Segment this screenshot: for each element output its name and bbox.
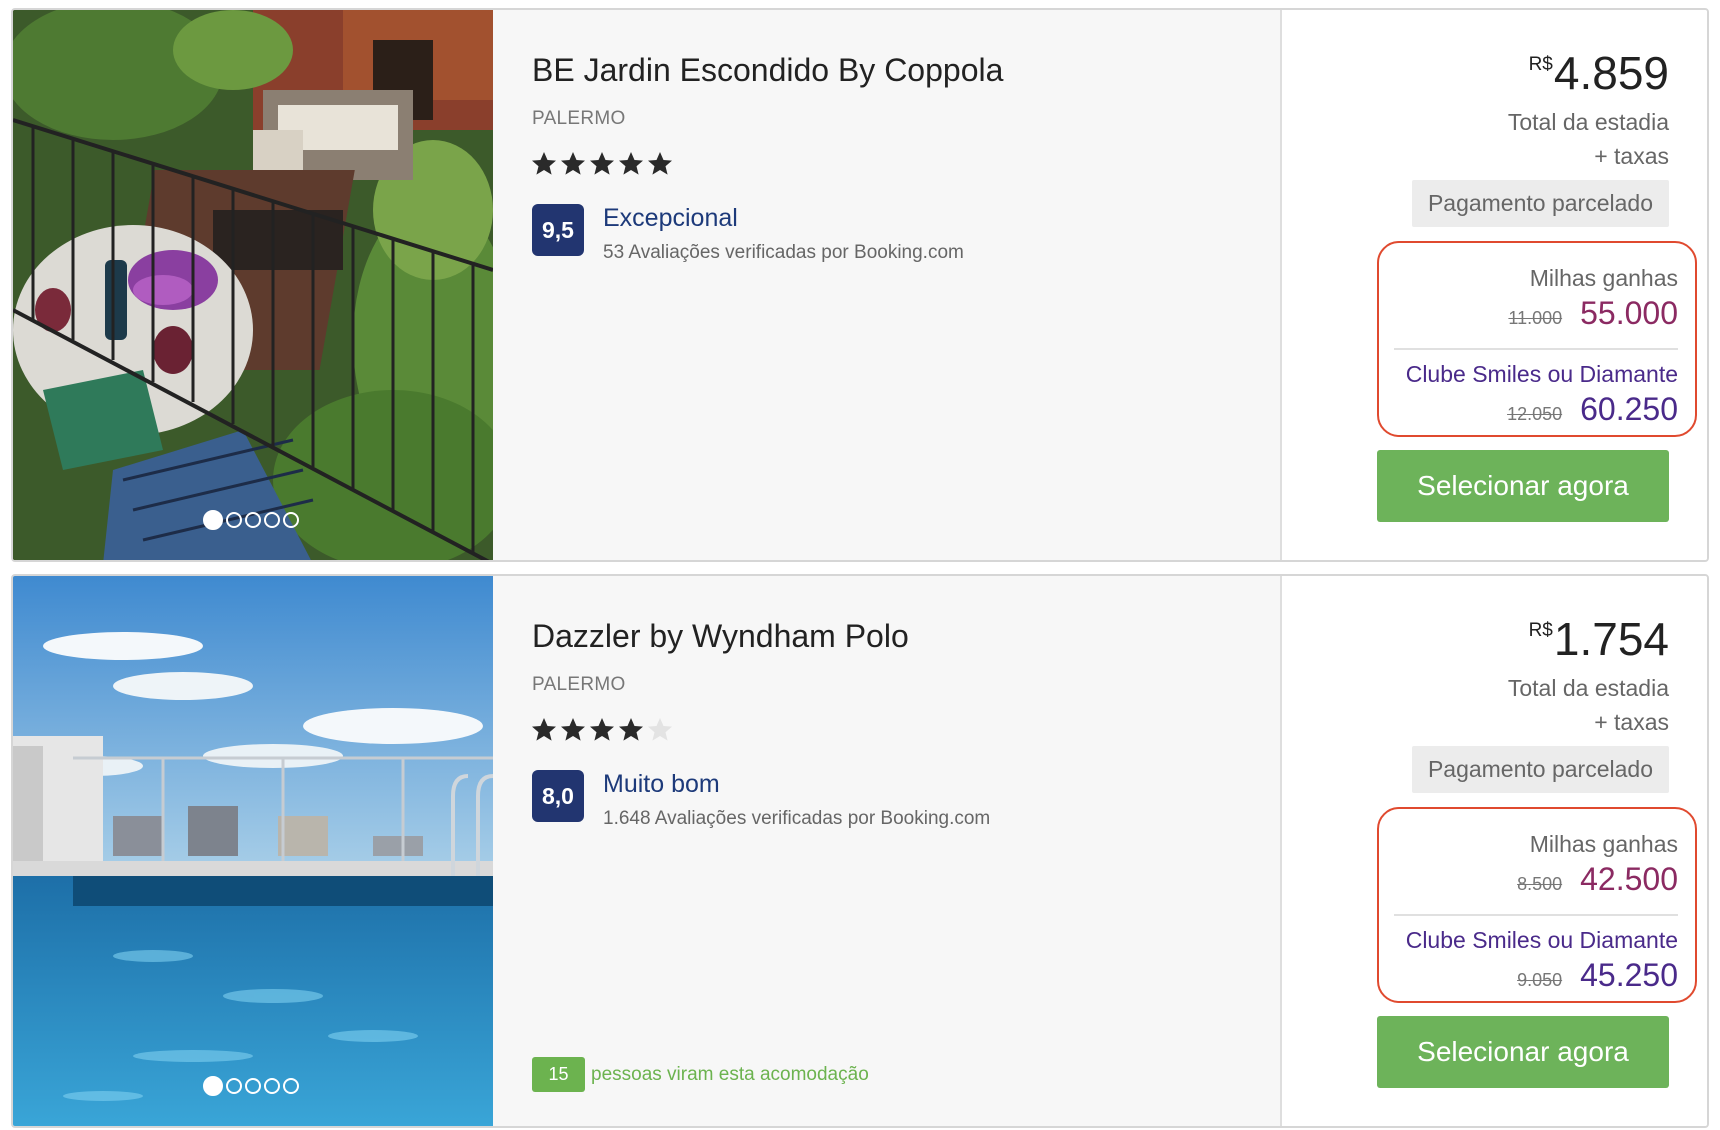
score-badge: 8,0 (532, 770, 584, 822)
viewers-count-badge: 15 (532, 1057, 585, 1092)
club-smiles-label: Clube Smiles ou Diamante (1405, 361, 1678, 387)
club-new-value: 45.250 (1580, 957, 1678, 993)
miles-earned-values: 11.000 55.000 (1508, 295, 1678, 332)
miles-earned-label: Milhas ganhas (1529, 831, 1678, 857)
price-value: 4.859 (1553, 47, 1669, 99)
miles-box: Milhas ganhas 11.000 55.000 Clube Smiles… (1377, 241, 1697, 437)
hotel-info: BE Jardin Escondido By Coppola PALERMO 9… (493, 10, 1280, 560)
star-empty-icon (648, 718, 672, 741)
slide-dot[interactable] (203, 1076, 223, 1096)
club-old-value: 9.050 (1517, 970, 1563, 990)
slideshow-dots[interactable] (203, 510, 299, 530)
review-count: 1.648 Avaliações verificadas por Booking… (603, 808, 991, 829)
club-miles-values: 9.050 45.250 (1517, 957, 1678, 994)
slide-dot[interactable] (245, 512, 261, 528)
slide-dot[interactable] (203, 510, 223, 530)
hotel-info: Dazzler by Wyndham Polo PALERMO 8,0 Muit… (493, 576, 1280, 1126)
viewers-text: pessoas viram esta acomodação (591, 1063, 869, 1085)
slide-dot[interactable] (264, 512, 280, 528)
price-panel: R$1.754 Total da estadia + taxas Pagamen… (1280, 576, 1707, 1126)
star-filled-icon (532, 718, 556, 741)
review-count: 53 Avaliações verificadas por Booking.co… (603, 242, 964, 263)
slide-dot[interactable] (226, 1078, 242, 1094)
miles-old-value: 8.500 (1517, 874, 1563, 894)
hotel-card[interactable]: Dazzler by Wyndham Polo PALERMO 8,0 Muit… (11, 574, 1709, 1128)
taxes-label: + taxas (1594, 143, 1669, 169)
star-rating (530, 716, 674, 744)
star-filled-icon (561, 718, 585, 741)
star-filled-icon (532, 152, 556, 175)
slide-dot[interactable] (283, 1078, 299, 1094)
taxes-label: + taxas (1594, 709, 1669, 735)
hotel-photo[interactable] (13, 10, 493, 560)
total-stay-label: Total da estadia (1507, 109, 1669, 135)
hotel-district: PALERMO (532, 108, 626, 129)
star-filled-icon (561, 152, 585, 175)
garden-terrace-photo (13, 10, 493, 560)
miles-earned-label: Milhas ganhas (1529, 265, 1678, 291)
select-now-button[interactable]: Selecionar agora (1377, 1016, 1669, 1088)
star-filled-icon (590, 152, 614, 175)
star-filled-icon (619, 718, 643, 741)
hotel-name[interactable]: BE Jardin Escondido By Coppola (532, 52, 1003, 89)
score-label: Muito bom (603, 770, 720, 798)
currency-symbol: R$ (1528, 54, 1553, 75)
hotel-card[interactable]: BE Jardin Escondido By Coppola PALERMO 9… (11, 8, 1709, 562)
total-price: R$4.859 (1529, 46, 1669, 100)
installment-badge: Pagamento parcelado (1411, 180, 1669, 227)
miles-new-value: 55.000 (1580, 295, 1678, 331)
divider (1394, 348, 1678, 350)
miles-new-value: 42.500 (1580, 861, 1678, 897)
slide-dot[interactable] (264, 1078, 280, 1094)
slide-dot[interactable] (226, 512, 242, 528)
star-filled-icon (619, 152, 643, 175)
slide-dot[interactable] (283, 512, 299, 528)
select-now-button[interactable]: Selecionar agora (1377, 450, 1669, 522)
club-smiles-label: Clube Smiles ou Diamante (1405, 927, 1678, 953)
price-value: 1.754 (1553, 613, 1669, 665)
hotel-name[interactable]: Dazzler by Wyndham Polo (532, 618, 909, 655)
star-filled-icon (590, 718, 614, 741)
score-label: Excepcional (603, 204, 738, 232)
score-badge: 9,5 (532, 204, 584, 256)
star-filled-icon (648, 152, 672, 175)
rooftop-pool-photo (13, 576, 493, 1126)
total-stay-label: Total da estadia (1507, 675, 1669, 701)
currency-symbol: R$ (1528, 620, 1553, 641)
club-old-value: 12.050 (1507, 404, 1563, 424)
slideshow-dots[interactable] (203, 1076, 299, 1096)
hotel-district: PALERMO (532, 674, 626, 695)
miles-earned-values: 8.500 42.500 (1517, 861, 1678, 898)
hotel-photo[interactable] (13, 576, 493, 1126)
price-panel: R$4.859 Total da estadia + taxas Pagamen… (1280, 10, 1707, 560)
installment-badge: Pagamento parcelado (1411, 746, 1669, 793)
star-rating (530, 150, 674, 178)
club-miles-values: 12.050 60.250 (1507, 391, 1678, 428)
total-price: R$1.754 (1529, 612, 1669, 666)
viewers-notice: 15 pessoas viram esta acomodação (532, 1057, 869, 1092)
miles-box: Milhas ganhas 8.500 42.500 Clube Smiles … (1377, 807, 1697, 1003)
slide-dot[interactable] (245, 1078, 261, 1094)
club-new-value: 60.250 (1580, 391, 1678, 427)
divider (1394, 914, 1678, 916)
miles-old-value: 11.000 (1508, 308, 1563, 328)
